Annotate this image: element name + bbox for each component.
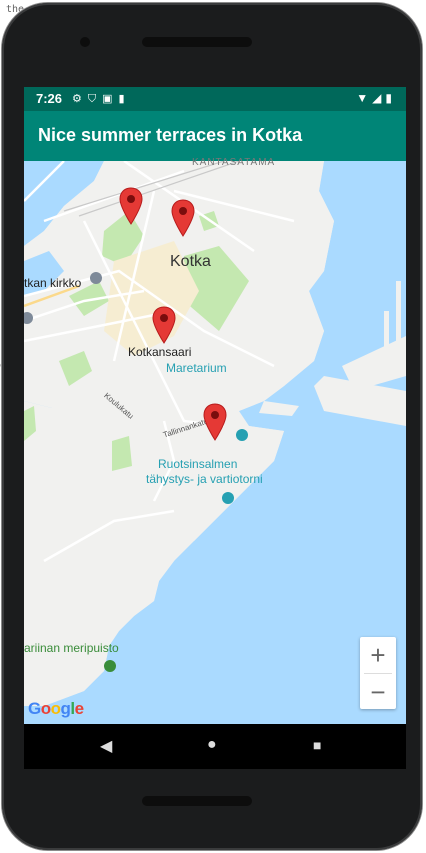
terrace-marker-icon[interactable] — [203, 403, 227, 441]
zoom-out-button[interactable]: − — [360, 674, 396, 710]
phone-frame: 7:26 ⚙⛉▣▮ ▼◢▮ Nice summer terraces in Ko… — [2, 3, 422, 850]
sdcard-icon: ▮ — [118, 93, 131, 105]
map-canvas[interactable] — [24, 161, 406, 724]
map-label-kotkansaari: Kotkansaari — [128, 345, 192, 359]
terrace-marker-icon[interactable] — [152, 306, 176, 344]
status-time: 7:26 — [36, 91, 63, 106]
zoom-in-button[interactable]: + — [360, 637, 396, 673]
settings-icon: ⚙ — [72, 93, 88, 105]
google-logo: Google — [28, 699, 84, 718]
device-screen: 7:26 ⚙⛉▣▮ ▼◢▮ Nice summer terraces in Ko… — [24, 87, 406, 769]
map-label-ruotsinsalmen-1: Ruotsinsalmen — [158, 457, 238, 471]
app-bar: Nice summer terraces in Kotka — [24, 111, 406, 161]
recents-button[interactable]: ■ — [313, 737, 321, 753]
map-label-kotkan-kirkko: tkan kirkko — [24, 276, 82, 290]
status-icons-left: ⚙⛉▣▮ — [72, 92, 131, 106]
map-label-maretarium: Maretarium — [166, 361, 227, 375]
zoom-controls: + − — [360, 637, 396, 709]
image-icon: ▣ — [102, 93, 119, 105]
bottom-speaker — [142, 796, 252, 806]
map-label-ruotsinsalmen-2: tähystys- ja vartiotorni — [146, 472, 263, 486]
terrace-marker-icon[interactable] — [171, 199, 195, 237]
status-bar: 7:26 ⚙⛉▣▮ ▼◢▮ — [24, 87, 406, 111]
shield-icon: ⛉ — [87, 93, 103, 105]
battery-icon: ▮ — [385, 91, 396, 105]
map-view[interactable]: KANTASATAMA Kotka tkan kirkko Kotkansaar… — [24, 157, 406, 724]
app-title: Nice summer terraces in Kotka — [38, 125, 303, 145]
status-icons-right: ▼◢▮ — [356, 91, 396, 105]
terrace-marker-icon[interactable] — [119, 187, 143, 225]
signal-icon: ◢ — [372, 91, 386, 105]
map-label-meripuisto: ariinan meripuisto — [24, 641, 119, 655]
map-label-kotka: Kotka — [170, 253, 211, 270]
back-button[interactable]: ◀ — [100, 736, 112, 756]
navigation-bar: ◀ ● ■ — [24, 724, 406, 769]
top-speaker — [142, 37, 252, 47]
home-button[interactable]: ● — [207, 736, 217, 754]
wifi-icon: ▼ — [356, 91, 373, 105]
front-camera — [80, 37, 90, 47]
map-label-kantasatama: KANTASATAMA — [192, 157, 276, 168]
